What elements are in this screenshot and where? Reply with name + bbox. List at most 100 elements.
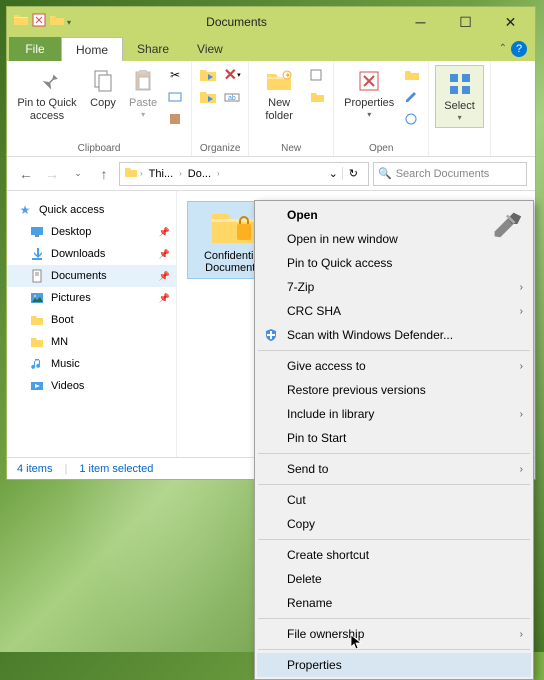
back-button[interactable]: ← — [15, 163, 37, 185]
new-folder-button[interactable]: ✦ New folder — [255, 65, 303, 125]
quick-access-toolbar: ▾ — [9, 12, 75, 33]
select-button[interactable]: Select ▾ — [435, 65, 484, 128]
ribbon-tabs: File Home Share View ⌃ ? — [7, 37, 535, 61]
folder-icon — [29, 312, 45, 328]
sidebar-item-pictures[interactable]: Pictures📌 — [7, 287, 176, 309]
context-menu: Open Open in new window Pin to Quick acc… — [254, 200, 534, 680]
menu-open-new-window[interactable]: Open in new window — [257, 227, 531, 251]
tab-view[interactable]: View — [183, 37, 237, 61]
tab-share[interactable]: Share — [123, 37, 183, 61]
menu-send-to[interactable]: Send to› — [257, 457, 531, 481]
maximize-button[interactable]: ☐ — [443, 7, 488, 37]
tab-home[interactable]: Home — [61, 37, 123, 61]
search-input[interactable]: 🔍 Search Documents — [373, 162, 527, 186]
pin-icon: 📌 — [159, 227, 170, 238]
copy-button[interactable]: Copy — [85, 65, 121, 112]
sidebar-item-music[interactable]: Music — [7, 353, 176, 375]
ribbon-collapse-icon[interactable]: ⌃ — [499, 43, 507, 54]
menu-restore-versions[interactable]: Restore previous versions — [257, 378, 531, 402]
edit-icon[interactable] — [402, 87, 422, 107]
breadcrumb[interactable]: › Thi... › Do... › ⌄ ↻ — [119, 162, 369, 186]
menu-crc-sha[interactable]: CRC SHA› — [257, 299, 531, 323]
rename-icon[interactable]: ab — [222, 87, 242, 107]
downloads-icon — [29, 246, 45, 262]
selection-count: 1 item selected — [79, 463, 153, 475]
delete-icon[interactable]: ✕▾ — [222, 65, 242, 85]
pin-icon: 📌 — [159, 293, 170, 304]
forward-button[interactable]: → — [41, 163, 63, 185]
menu-open[interactable]: Open — [257, 203, 531, 227]
new-folder-icon: ✦ — [265, 67, 293, 95]
pin-to-quick-access-button[interactable]: Pin to Quick access — [13, 65, 81, 125]
menu-7zip[interactable]: 7-Zip› — [257, 275, 531, 299]
address-bar: ← → ⌄ ↑ › Thi... › Do... › ⌄ ↻ 🔍 Search … — [7, 157, 535, 191]
sidebar-item-documents[interactable]: Documents📌 — [7, 265, 176, 287]
qat-dropdown-icon[interactable]: ▾ — [67, 18, 71, 27]
new-group-label: New — [281, 143, 301, 154]
open-group-label: Open — [369, 143, 393, 154]
organize-group-label: Organize — [200, 143, 241, 154]
sidebar-item-videos[interactable]: Videos — [7, 375, 176, 397]
open-icon[interactable] — [402, 65, 422, 85]
menu-rename[interactable]: Rename — [257, 591, 531, 615]
sidebar-item-mn[interactable]: MN — [7, 331, 176, 353]
select-icon — [446, 70, 474, 98]
sidebar-quick-access[interactable]: ★ Quick access — [7, 199, 176, 221]
paste-button[interactable]: Paste ▾ — [125, 65, 161, 122]
svg-text:✦: ✦ — [285, 71, 292, 80]
ribbon: Pin to Quick access Copy Paste ▾ ✂ — [7, 61, 535, 157]
folder-icon — [124, 165, 138, 182]
help-icon[interactable]: ? — [511, 41, 527, 57]
folder-icon — [13, 12, 29, 33]
menu-copy[interactable]: Copy — [257, 512, 531, 536]
tab-file[interactable]: File — [9, 37, 61, 61]
close-button[interactable]: ✕ — [488, 7, 533, 37]
qat-properties-icon[interactable] — [31, 12, 47, 33]
paste-icon — [129, 67, 157, 95]
pictures-icon — [29, 290, 45, 306]
new-item-icon[interactable] — [307, 65, 327, 85]
shield-icon — [263, 327, 279, 343]
menu-include-library[interactable]: Include in library› — [257, 402, 531, 426]
titlebar: ▾ Documents ─ ☐ ✕ — [7, 7, 535, 37]
copy-icon — [89, 67, 117, 95]
menu-pin-quick-access[interactable]: Pin to Quick access — [257, 251, 531, 275]
refresh-icon[interactable]: ↻ — [342, 167, 364, 180]
clipboard-group-label: Clipboard — [78, 143, 121, 154]
move-to-icon[interactable] — [198, 65, 218, 85]
properties-button[interactable]: Properties ▾ — [340, 65, 398, 122]
properties-icon — [355, 67, 383, 95]
menu-properties[interactable]: Properties — [257, 653, 531, 677]
sidebar-item-downloads[interactable]: Downloads📌 — [7, 243, 176, 265]
paste-shortcut-icon[interactable] — [165, 109, 185, 129]
star-icon: ★ — [17, 202, 33, 218]
up-button[interactable]: ↑ — [93, 163, 115, 185]
menu-file-ownership[interactable]: File ownership› — [257, 622, 531, 646]
sidebar-item-boot[interactable]: Boot — [7, 309, 176, 331]
history-icon[interactable] — [402, 109, 422, 129]
search-icon: 🔍 — [378, 167, 392, 180]
recent-dropdown[interactable]: ⌄ — [67, 163, 89, 185]
locked-folder-icon — [209, 206, 257, 246]
menu-pin-start[interactable]: Pin to Start — [257, 426, 531, 450]
menu-create-shortcut[interactable]: Create shortcut — [257, 543, 531, 567]
menu-delete[interactable]: Delete — [257, 567, 531, 591]
copy-to-icon[interactable] — [198, 87, 218, 107]
menu-cut[interactable]: Cut — [257, 488, 531, 512]
menu-defender[interactable]: Scan with Windows Defender... — [257, 323, 531, 347]
qat-newfolder-icon[interactable] — [49, 12, 65, 33]
cut-icon[interactable]: ✂ — [165, 65, 185, 85]
sidebar-item-desktop[interactable]: Desktop📌 — [7, 221, 176, 243]
window-title: Documents — [75, 15, 398, 29]
music-icon — [29, 356, 45, 372]
minimize-button[interactable]: ─ — [398, 7, 443, 37]
copy-path-icon[interactable] — [165, 87, 185, 107]
item-count: 4 items — [17, 463, 52, 475]
menu-give-access[interactable]: Give access to› — [257, 354, 531, 378]
path-dropdown-icon[interactable]: ⌄ — [325, 167, 342, 180]
documents-icon — [29, 268, 45, 284]
videos-icon — [29, 378, 45, 394]
svg-text:ab: ab — [228, 95, 236, 102]
navigation-pane: ★ Quick access Desktop📌Downloads📌Documen… — [7, 191, 177, 457]
easy-access-icon[interactable] — [307, 87, 327, 107]
